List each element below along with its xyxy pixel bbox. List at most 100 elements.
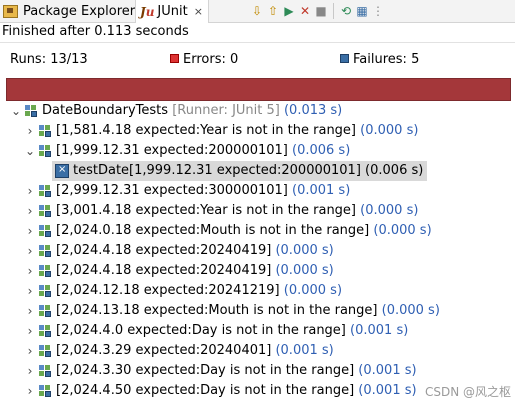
tree-item[interactable]: › [2,024.0.18 expected:Mouth is not in th… [24, 221, 432, 241]
tree-item-time: (0.000 s) [275, 243, 334, 258]
chevron-down-icon[interactable]: ⌄ [10, 101, 22, 121]
relaunch-icon[interactable]: ▶ [282, 3, 296, 19]
tree-child-time: (0.006 s) [365, 163, 424, 178]
test-suite-icon [39, 124, 52, 138]
test-suite-icon [39, 144, 52, 158]
view-tab-bar: Package Explorer Ju JUnit × ⇩ ⇧ ▶ ✕ ■ ⟲ … [0, 0, 515, 23]
failures-value: 5 [411, 52, 420, 67]
tree-item[interactable]: › [1,581.4.18 expected:Year is not in the… [24, 121, 419, 141]
selected-test-case[interactable]: testDate[1,999.12.31 expected:200000101]… [52, 160, 428, 181]
watermark: CSDN @风之枢 [424, 385, 511, 399]
tab-junit-label: JUnit [157, 4, 188, 19]
previous-failure-icon[interactable]: ⇧ [266, 3, 280, 19]
finished-status: Finished after 0.113 seconds [2, 24, 189, 39]
test-suite-icon [39, 224, 52, 238]
tree-item-time: (0.001 s) [292, 183, 351, 198]
menu-icon[interactable]: ⋮ [371, 3, 385, 19]
tree-item-time: (0.000 s) [283, 283, 343, 298]
tree-item-time: (0.000 s) [275, 263, 334, 278]
chevron-right-icon[interactable]: › [24, 341, 36, 361]
tree-child-label: testDate[1,999.12.31 expected:200000101] [73, 163, 361, 178]
test-suite-icon [39, 264, 52, 278]
error-icon [170, 54, 179, 63]
chevron-right-icon[interactable]: › [24, 201, 36, 221]
junit-toolbar: ⇩ ⇧ ▶ ✕ ■ ⟲ ▦ ⋮ [250, 1, 385, 21]
root-runner: [Runner: JUnit 5] [172, 103, 280, 118]
relaunch-failed-icon[interactable]: ✕ [298, 3, 312, 19]
tree-item-time: (0.001 s) [275, 343, 334, 358]
tree-item[interactable]: › [2,999.12.31 expected:300000101] (0.001… [24, 181, 351, 201]
test-suite-icon [39, 184, 52, 198]
errors-counter: Errors: 0 [170, 52, 238, 67]
failures-label: Failures: [353, 52, 407, 67]
tab-junit[interactable]: Ju JUnit × [135, 0, 209, 23]
progress-bar [6, 78, 511, 101]
tree-item-label: [2,024.4.18 expected:20240419] [56, 263, 272, 278]
test-suite-icon [39, 384, 52, 398]
tree-item-time: (0.000 s) [381, 303, 440, 318]
tree-item-label: [2,024.4.0 expected:Day is not in the ra… [56, 323, 346, 338]
tree-item-time: (0.001 s) [358, 383, 417, 398]
test-suite-icon [39, 364, 52, 378]
chevron-right-icon[interactable]: › [24, 261, 36, 281]
tree-item-label: [2,024.0.18 expected:Mouth is not in the… [56, 223, 370, 238]
tree-item[interactable]: › [2,024.3.29 expected:20240401] (0.001 s… [24, 341, 334, 361]
test-suite-icon [39, 244, 52, 258]
tree-child-item[interactable]: testDate[1,999.12.31 expected:200000101]… [52, 160, 428, 181]
tree-item-label: [2,999.12.31 expected:300000101] [56, 183, 288, 198]
chevron-right-icon[interactable]: › [24, 181, 36, 201]
tab-package-explorer[interactable]: Package Explorer [3, 0, 135, 22]
tree-item-time: (0.001 s) [350, 323, 409, 338]
runs-label: Runs: [10, 52, 47, 67]
test-suite-icon [39, 344, 52, 358]
tree-item-label: [2,024.3.30 expected:Day is not in the r… [56, 363, 355, 378]
chevron-down-icon[interactable]: ⌄ [24, 141, 36, 161]
tree-item[interactable]: › [2,024.4.18 expected:20240419] (0.000 s… [24, 241, 334, 261]
chevron-right-icon[interactable]: › [24, 241, 36, 261]
tree-item-label: [2,024.12.18 expected:20241219] [56, 283, 280, 298]
test-suite-failed-icon [25, 104, 38, 118]
package-icon [3, 4, 18, 18]
tree-item-time: (0.000 s) [360, 123, 419, 138]
tree-item-label: [2,024.4.50 expected:Day is not in the r… [56, 383, 355, 398]
tree-item[interactable]: › [2,024.3.30 expected:Day is not in the … [24, 361, 417, 381]
tree-item[interactable]: › [2,024.12.18 expected:20241219] (0.000 … [24, 281, 342, 301]
chevron-right-icon[interactable]: › [24, 361, 36, 381]
tree-item[interactable]: › [2,024.13.18 expected:Mouth is not in t… [24, 301, 440, 321]
tree-item[interactable]: ⌄ [1,999.12.31 expected:200000101] (0.006… [24, 141, 350, 161]
tree-item-time: (0.006 s) [292, 143, 351, 158]
chevron-right-icon[interactable]: › [24, 381, 36, 401]
root-time: (0.013 s) [283, 103, 343, 118]
tree-item-time: (0.000 s) [360, 203, 419, 218]
runs-counter: Runs: 13/13 [10, 52, 88, 67]
chevron-right-icon[interactable]: › [24, 321, 36, 341]
chevron-right-icon[interactable]: › [24, 221, 36, 241]
tree-item[interactable]: › [2,024.4.18 expected:20240419] (0.000 s… [24, 261, 334, 281]
next-failure-icon[interactable]: ⇩ [250, 3, 264, 19]
tree-item[interactable]: › [2,024.4.50 expected:Day is not in the … [24, 381, 417, 401]
runs-value: 13/13 [50, 52, 88, 67]
tree-item-label: [1,581.4.18 expected:Year is not in the … [56, 123, 357, 138]
tree-root[interactable]: ⌄ DateBoundaryTests [Runner: JUnit 5] (0… [10, 101, 342, 121]
tab-package-explorer-label: Package Explorer [23, 3, 136, 19]
chevron-right-icon[interactable]: › [24, 281, 36, 301]
tree-item[interactable]: › [2,024.4.0 expected:Day is not in the r… [24, 321, 409, 341]
tree-item-label: [1,999.12.31 expected:200000101] [56, 143, 288, 158]
test-suite-icon [39, 324, 52, 338]
tree-item[interactable]: › [3,001.4.18 expected:Year is not in the… [24, 201, 419, 221]
layout-icon[interactable]: ▦ [355, 3, 369, 19]
stop-icon[interactable]: ■ [314, 3, 328, 19]
history-icon[interactable]: ⟲ [339, 3, 353, 19]
junit-icon: Ju [140, 4, 155, 19]
root-name: DateBoundaryTests [42, 103, 169, 118]
toolbar-separator [333, 3, 334, 19]
tree-item-label: [2,024.3.29 expected:20240401] [56, 343, 272, 358]
test-suite-icon [39, 204, 52, 218]
chevron-right-icon[interactable]: › [24, 301, 36, 321]
close-icon[interactable]: × [194, 5, 203, 18]
errors-label: Errors: [183, 52, 226, 67]
chevron-right-icon[interactable]: › [24, 121, 36, 141]
tree-item-time: (0.000 s) [373, 223, 432, 238]
tree-item-label: [2,024.4.18 expected:20240419] [56, 243, 272, 258]
test-failure-icon [55, 160, 69, 180]
